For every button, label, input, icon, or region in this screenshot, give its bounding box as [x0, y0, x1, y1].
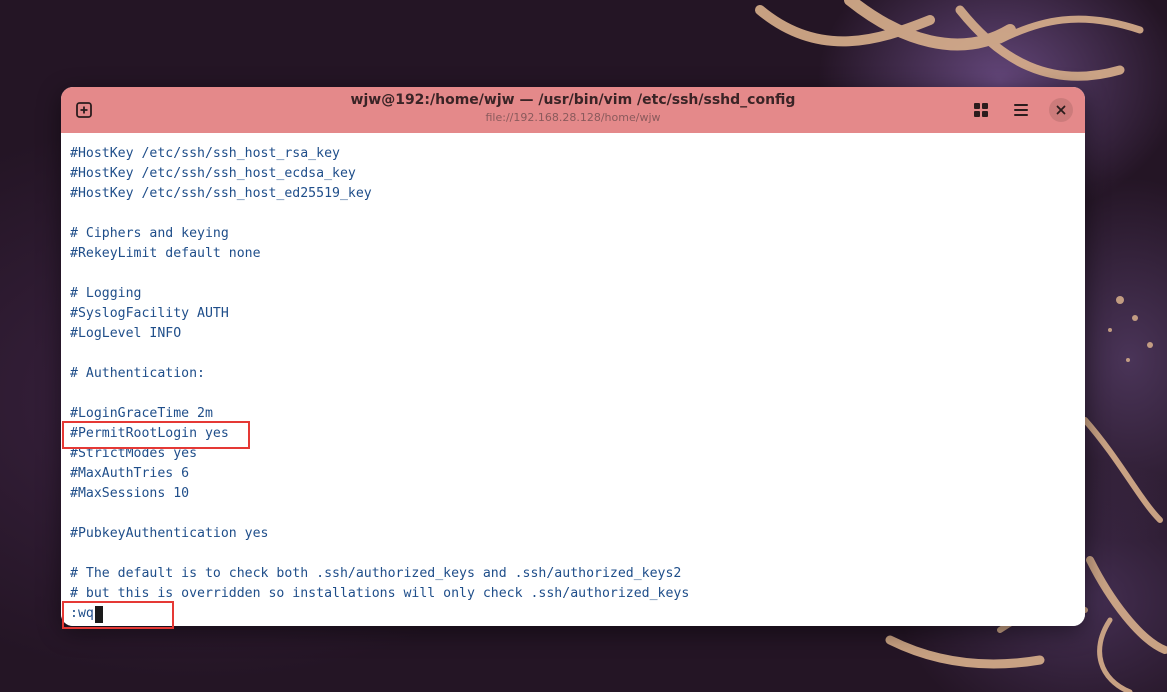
editor-line: #RekeyLimit default none [70, 246, 261, 261]
editor-line: #HostKey /etc/ssh/ssh_host_ecdsa_key [70, 166, 356, 181]
overview-button[interactable] [967, 96, 995, 124]
editor-line: # Authentication: [70, 366, 205, 381]
editor-line: # Logging [70, 286, 142, 301]
hamburger-menu-icon [1014, 104, 1028, 116]
editor-line [70, 384, 689, 404]
editor-line: #MaxSessions 10 [70, 486, 190, 501]
highlight-box-permitrootlogin [62, 421, 250, 449]
highlight-box-command [62, 601, 174, 629]
editor-line [70, 544, 689, 564]
editor-line: #MaxAuthTries 6 [70, 466, 190, 481]
editor-line [70, 204, 689, 224]
editor-buffer: #HostKey /etc/ssh/ssh_host_rsa_key #HostK… [70, 144, 689, 604]
new-tab-button[interactable] [70, 96, 98, 124]
overview-grid-icon [974, 103, 988, 117]
editor-line [70, 504, 689, 524]
window-title: wjw@192:/home/wjw — /usr/bin/vim /etc/ss… [350, 92, 796, 108]
terminal-window[interactable]: wjw@192:/home/wjw — /usr/bin/vim /etc/ss… [61, 87, 1085, 626]
editor-line: #LogLevel INFO [70, 326, 182, 341]
editor-line: #SyslogFacility AUTH [70, 306, 229, 321]
close-icon [1056, 105, 1066, 115]
editor-line [70, 344, 689, 364]
new-tab-icon [76, 102, 92, 118]
window-subtitle: file://192.168.28.128/home/wjw [485, 111, 661, 124]
editor-line [70, 264, 689, 284]
editor-line: # Ciphers and keying [70, 226, 229, 241]
editor-line: # The default is to check both .ssh/auth… [70, 566, 682, 581]
editor-line: #PubkeyAuthentication yes [70, 526, 269, 541]
editor-line: #HostKey /etc/ssh/ssh_host_rsa_key [70, 146, 340, 161]
close-button[interactable] [1049, 98, 1073, 122]
main-menu-button[interactable] [1007, 96, 1035, 124]
title-bar[interactable]: wjw@192:/home/wjw — /usr/bin/vim /etc/ss… [61, 87, 1085, 133]
window-title-area: wjw@192:/home/wjw — /usr/bin/vim /etc/ss… [211, 91, 935, 125]
editor-line: #HostKey /etc/ssh/ssh_host_ed25519_key [70, 186, 372, 201]
terminal-content[interactable]: #HostKey /etc/ssh/ssh_host_rsa_key #HostK… [61, 133, 1085, 626]
